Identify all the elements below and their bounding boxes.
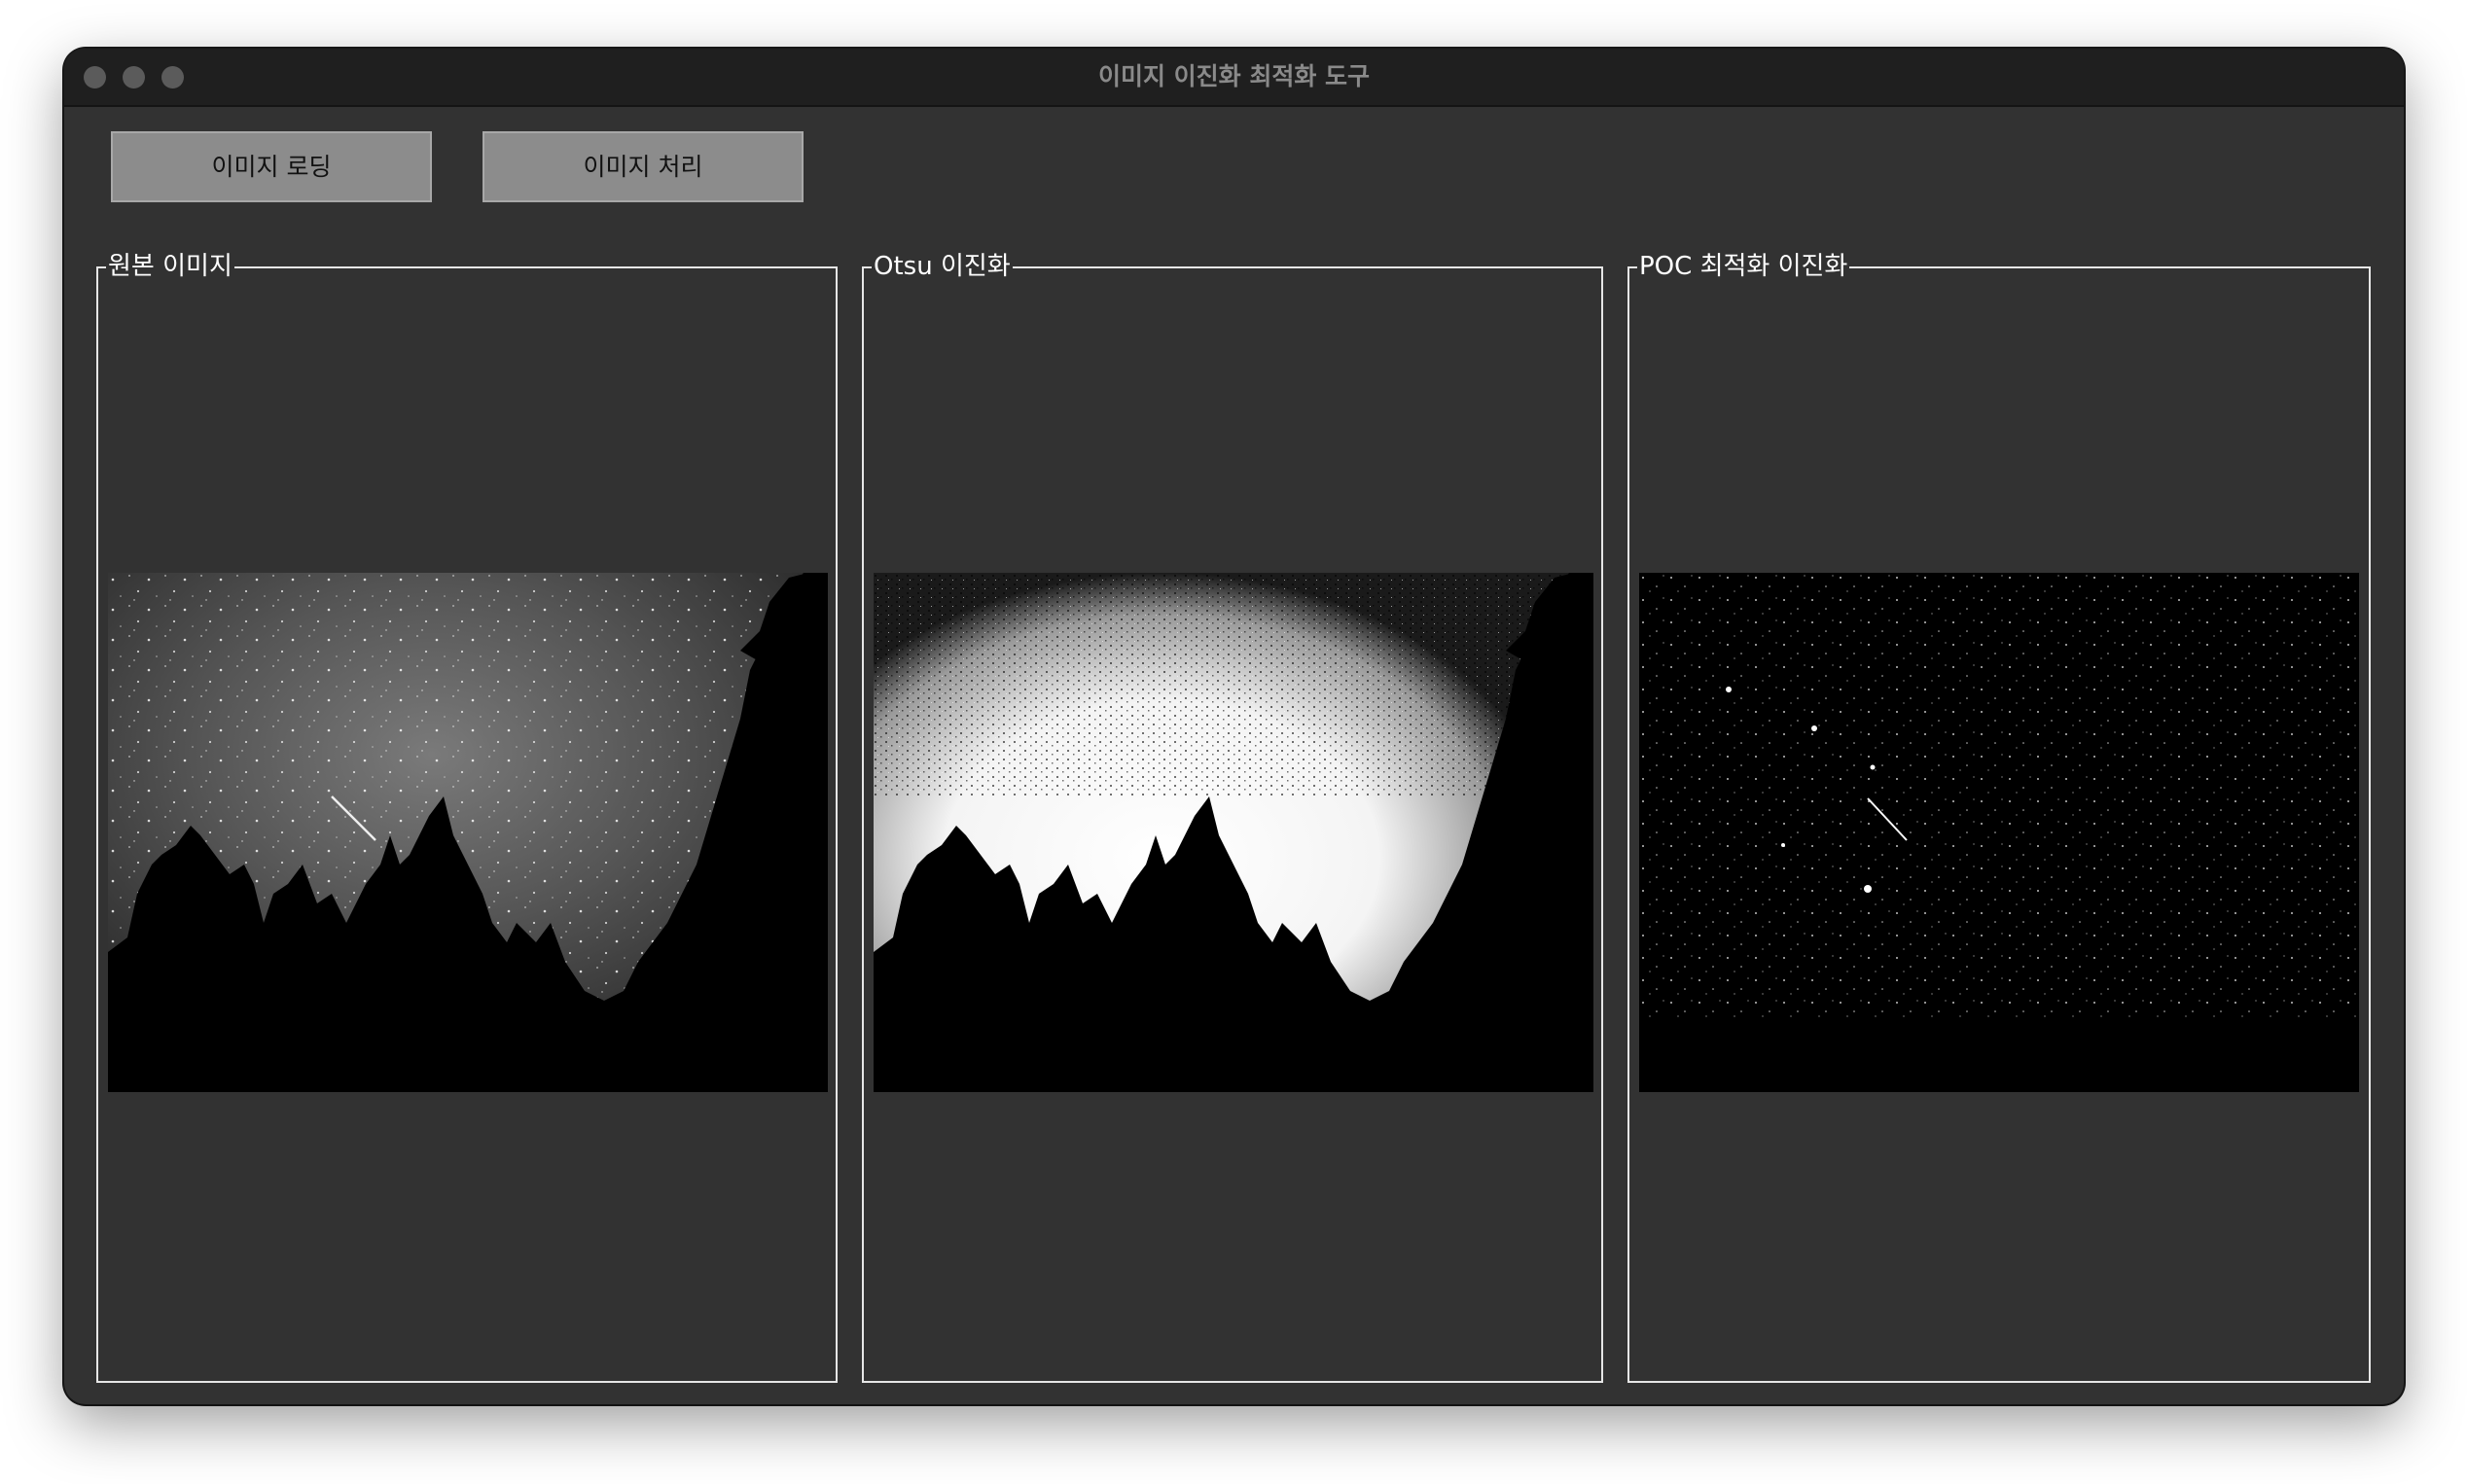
title-bar[interactable]: 이미지 이진화 최적화 도구 [64,49,2404,107]
otsu-binarization-panel-title: Otsu 이진화 [872,251,1013,282]
load-image-button[interactable]: 이미지 로딩 [111,131,432,202]
app-window: 이미지 이진화 최적화 도구 이미지 로딩 이미지 처리 원본 이미지 Otsu… [64,49,2404,1404]
poc-binarization-panel-title: POC 최적화 이진화 [1637,251,1850,282]
poc-binarization-panel: POC 최적화 이진화 [1627,251,2371,1383]
original-image-panel: 원본 이미지 [96,251,838,1383]
otsu-binarization-preview [874,573,1593,1092]
otsu-binarization-panel: Otsu 이진화 [862,251,1603,1383]
poc-binarization-preview [1639,573,2359,1092]
process-image-button[interactable]: 이미지 처리 [483,131,804,202]
window-title: 이미지 이진화 최적화 도구 [1097,62,1371,90]
original-image-panel-title: 원본 이미지 [106,251,234,282]
original-image-preview [108,573,828,1092]
